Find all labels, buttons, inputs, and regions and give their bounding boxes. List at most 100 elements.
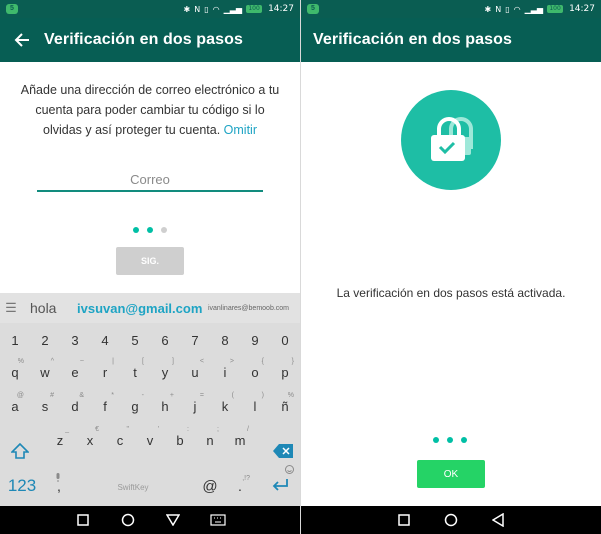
key-label: 0 bbox=[281, 332, 289, 348]
numeric-key[interactable]: 123 bbox=[4, 473, 40, 499]
swiftkey-brand: SwiftKey bbox=[117, 482, 149, 492]
email-field[interactable] bbox=[37, 168, 263, 192]
key-6[interactable]: 6 bbox=[150, 325, 180, 355]
menu-icon[interactable]: ☰ bbox=[0, 300, 22, 316]
key-3[interactable]: 3 bbox=[60, 325, 90, 355]
key-label: h bbox=[161, 398, 169, 414]
space-key[interactable]: SwiftKey bbox=[78, 476, 188, 498]
key-m[interactable]: m / bbox=[225, 425, 255, 455]
key-label: w bbox=[40, 364, 50, 380]
key-label: o bbox=[251, 364, 259, 380]
enter-icon[interactable] bbox=[264, 465, 296, 499]
key-alt-label: # bbox=[50, 392, 54, 399]
key-alt-label: ' bbox=[157, 426, 159, 433]
key-5[interactable]: 5 bbox=[120, 325, 150, 355]
status-icons: ✱ N ▯ ◠ ▁▃▅ 100 14:27 bbox=[184, 4, 294, 14]
key-label: 3 bbox=[71, 332, 79, 348]
key-alt-label: / bbox=[247, 426, 249, 433]
suggestion-bar: ☰ hola ivsuvan@gmail.com ivanlinares@bem… bbox=[0, 293, 300, 323]
key-w[interactable]: w ^ bbox=[30, 357, 60, 387]
skip-link[interactable]: Omitir bbox=[224, 123, 257, 137]
key-q[interactable]: q% bbox=[0, 357, 30, 387]
key-label: 5 bbox=[131, 332, 139, 348]
key-9[interactable]: 9 bbox=[240, 325, 270, 355]
nfc-icon: N bbox=[495, 4, 502, 14]
circle-icon[interactable] bbox=[118, 510, 138, 530]
key-r[interactable]: r | bbox=[90, 357, 120, 387]
nfc-icon: N bbox=[194, 4, 201, 14]
key-8[interactable]: 8 bbox=[210, 325, 240, 355]
description: Añade una dirección de correo electrónic… bbox=[18, 80, 282, 140]
triangle-icon[interactable] bbox=[163, 510, 183, 530]
key-label: a bbox=[11, 398, 19, 414]
key-4[interactable]: 4 bbox=[90, 325, 120, 355]
right-screen: 5 ✱ N ▯ ◠ ▁▃▅ 100 14:27 Verificación en … bbox=[301, 0, 601, 534]
keyboard-icon[interactable] bbox=[208, 510, 228, 530]
key-a[interactable]: a @ bbox=[0, 391, 30, 421]
bluetooth-icon: ✱ bbox=[183, 4, 191, 14]
back-triangle-icon[interactable] bbox=[488, 510, 508, 530]
key-alt-label: : bbox=[187, 426, 189, 433]
back-arrow-icon[interactable] bbox=[0, 18, 44, 62]
suggestion-2[interactable]: ivsuvan@gmail.com bbox=[77, 301, 202, 316]
ok-button[interactable]: OK bbox=[417, 460, 485, 488]
key-label: t bbox=[133, 364, 137, 380]
status-bar: 5 ✱ N ▯ ◠ ▁▃▅ 100 14:27 bbox=[0, 0, 300, 18]
key-h[interactable]: h + bbox=[150, 391, 180, 421]
key-label: p bbox=[281, 364, 289, 380]
page-title: Verificación en dos pasos bbox=[44, 31, 244, 48]
key-z[interactable]: z _ bbox=[45, 425, 75, 455]
key-o[interactable]: o{ bbox=[240, 357, 270, 387]
key-j[interactable]: j = bbox=[180, 391, 210, 421]
at-key[interactable]: @ bbox=[196, 473, 224, 499]
wifi-icon: ◠ bbox=[212, 4, 220, 14]
dot-key[interactable]: . ,!? bbox=[230, 473, 250, 499]
key-p[interactable]: p} bbox=[270, 357, 300, 387]
square-icon[interactable] bbox=[394, 510, 414, 530]
key-d[interactable]: d & bbox=[60, 391, 90, 421]
key-n[interactable]: n; bbox=[195, 425, 225, 455]
backspace-icon[interactable] bbox=[268, 438, 298, 464]
keyboard: ☰ hola ivsuvan@gmail.com ivanlinares@bem… bbox=[0, 293, 300, 506]
key-y[interactable]: y] bbox=[150, 357, 180, 387]
key-g[interactable]: g- bbox=[120, 391, 150, 421]
key-label: 2 bbox=[41, 332, 49, 348]
key-label: 8 bbox=[221, 332, 229, 348]
key-x[interactable]: x € bbox=[75, 425, 105, 455]
key-v[interactable]: v ' bbox=[135, 425, 165, 455]
key-s[interactable]: s # bbox=[30, 391, 60, 421]
key-alt-label: % bbox=[17, 358, 24, 365]
suggestion-3[interactable]: ivanlinares@bemoob.com bbox=[197, 305, 300, 312]
key-label: 9 bbox=[251, 332, 259, 348]
key-label: ñ bbox=[281, 398, 289, 414]
key-1[interactable]: 1 bbox=[0, 325, 30, 355]
clock: 14:27 bbox=[268, 4, 294, 14]
key-k[interactable]: k( bbox=[210, 391, 240, 421]
key-f[interactable]: f * bbox=[90, 391, 120, 421]
next-button[interactable]: SIG. bbox=[116, 247, 184, 275]
key-u[interactable]: u < bbox=[180, 357, 210, 387]
key-2[interactable]: 2 bbox=[30, 325, 60, 355]
key-t[interactable]: t[ bbox=[120, 357, 150, 387]
key-label: c bbox=[116, 432, 124, 448]
key-c[interactable]: c " bbox=[105, 425, 135, 455]
key-e[interactable]: e ~ bbox=[60, 357, 90, 387]
key-0[interactable]: 0 bbox=[270, 325, 300, 355]
key-label: 6 bbox=[161, 332, 169, 348]
square-icon[interactable] bbox=[73, 510, 93, 530]
key-b[interactable]: b: bbox=[165, 425, 195, 455]
key-l[interactable]: l) bbox=[240, 391, 270, 421]
comma-key[interactable]: , bbox=[48, 473, 70, 499]
key-7[interactable]: 7 bbox=[180, 325, 210, 355]
keyboard-row-3: z _ x € c " v ' b: n; m / bbox=[0, 425, 300, 455]
emoji-icon bbox=[285, 465, 294, 474]
suggestion-1[interactable]: hola bbox=[22, 300, 77, 316]
key-alt-label: ] bbox=[172, 358, 174, 365]
key-i[interactable]: i > bbox=[210, 357, 240, 387]
lock-check-icon bbox=[401, 90, 501, 190]
clock: 14:27 bbox=[569, 4, 595, 14]
shift-icon[interactable] bbox=[6, 438, 34, 464]
circle-icon[interactable] bbox=[441, 510, 461, 530]
key-ñ[interactable]: ñ% bbox=[270, 391, 300, 421]
key-alt-label: ~ bbox=[79, 358, 84, 365]
